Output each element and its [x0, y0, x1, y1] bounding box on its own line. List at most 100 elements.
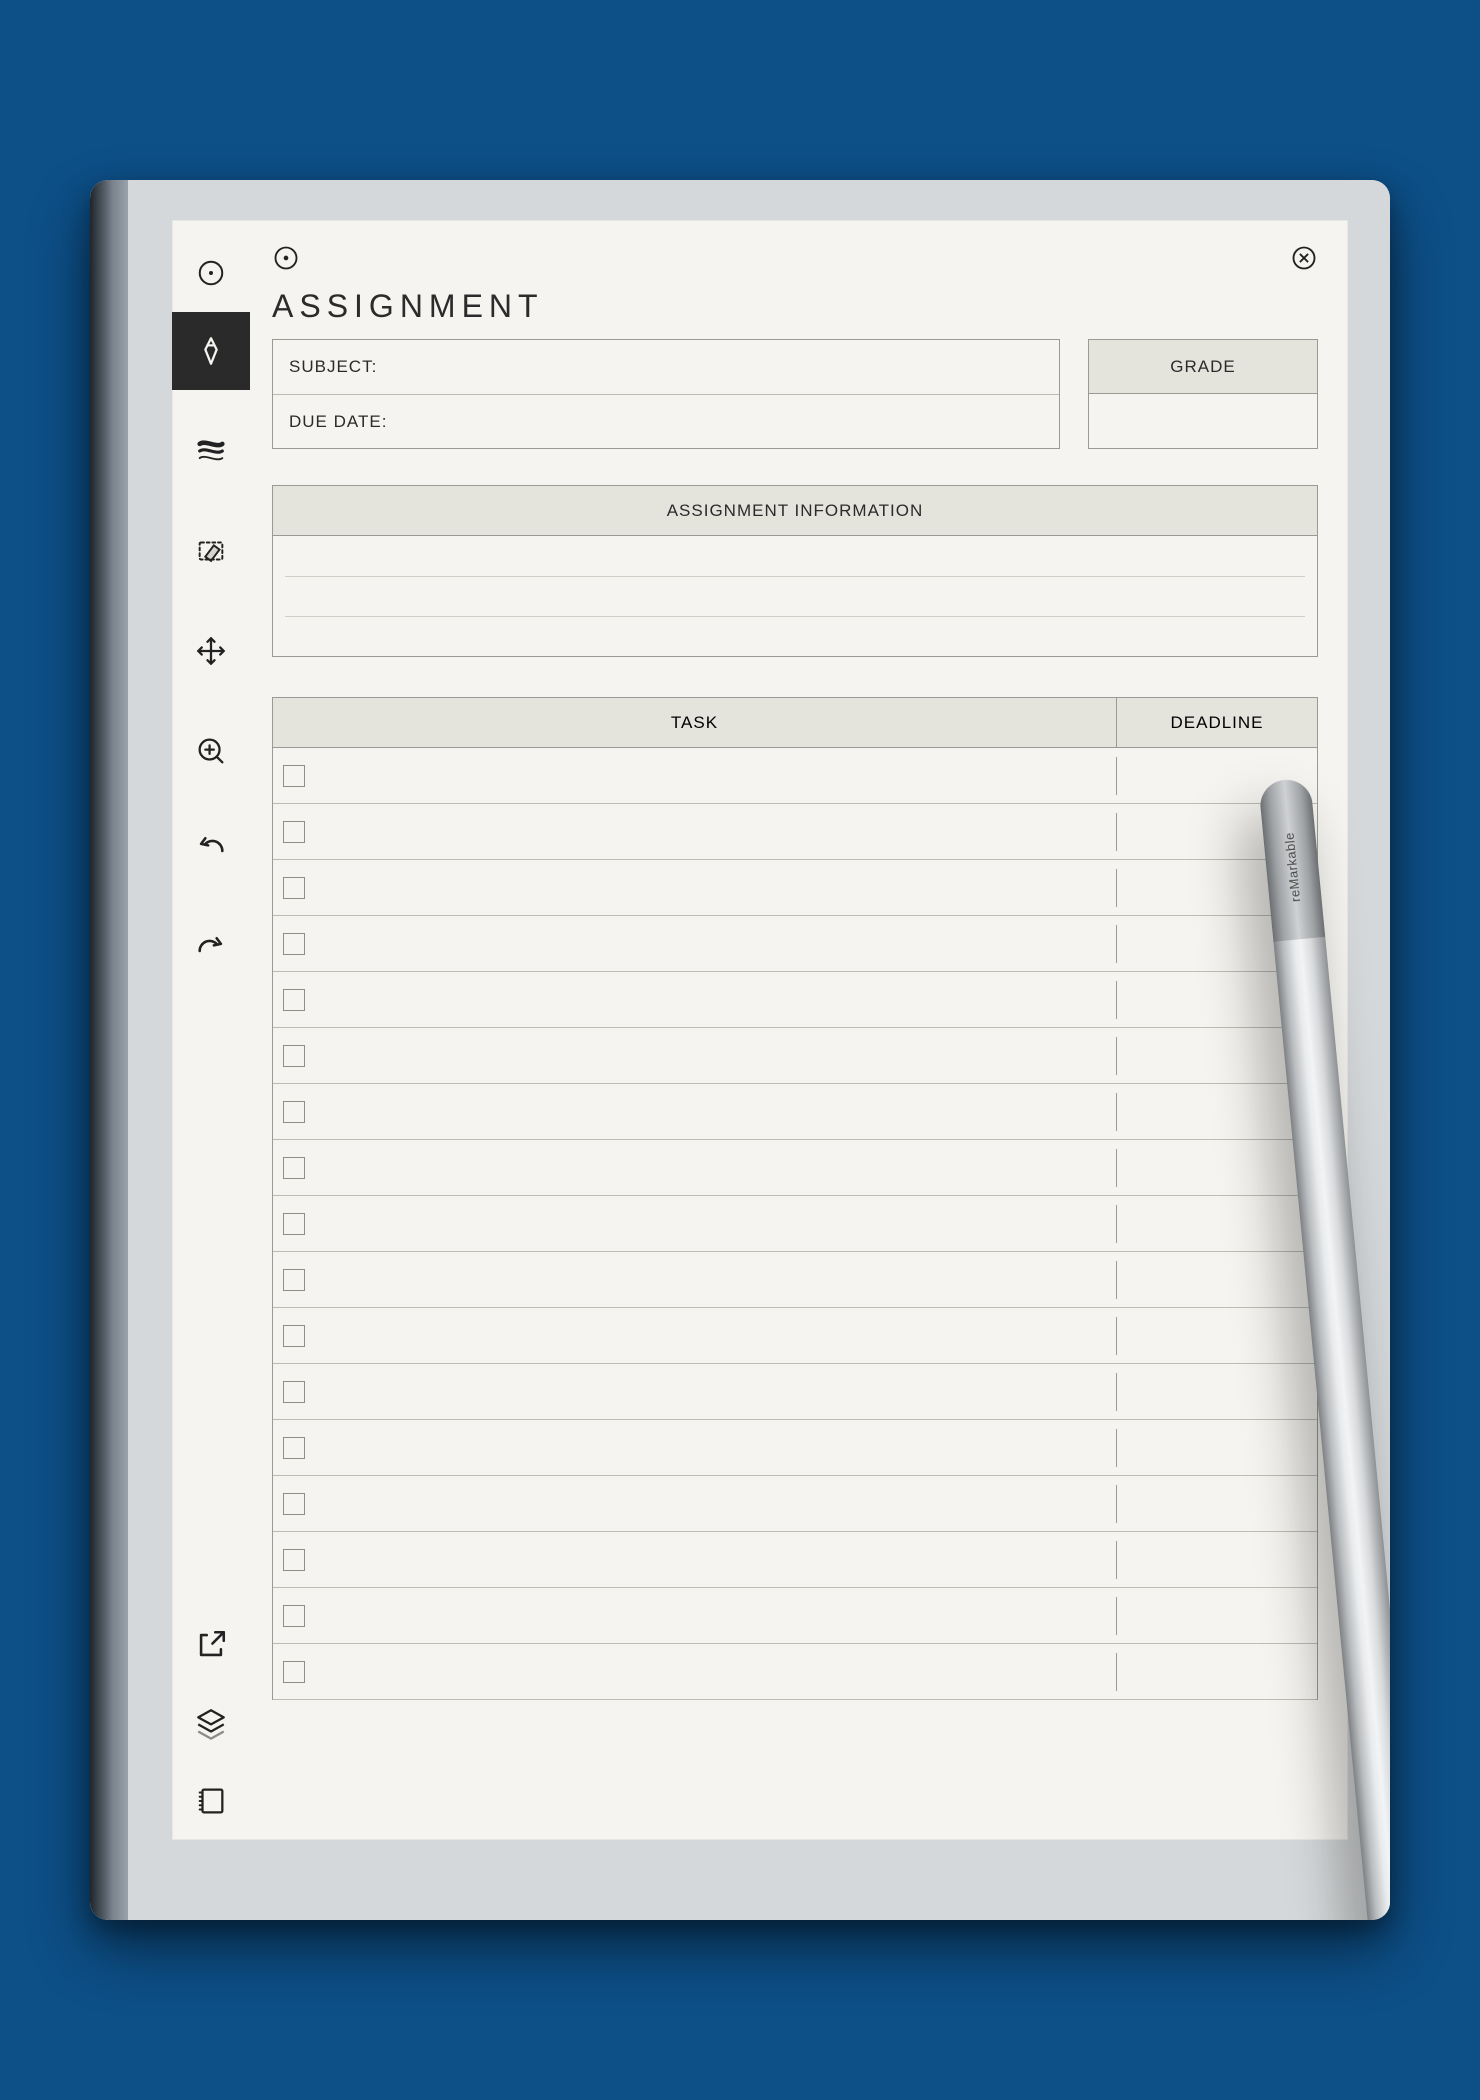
task-row [273, 1420, 1317, 1476]
deadline-field[interactable] [1117, 1196, 1317, 1251]
task-checkbox[interactable] [283, 1381, 305, 1403]
device-spine [90, 180, 128, 1920]
task-checkbox[interactable] [283, 1045, 305, 1067]
subject-field[interactable]: SUBJECT: [273, 340, 1059, 394]
task-text-field[interactable] [319, 804, 1116, 859]
subject-label: SUBJECT: [289, 357, 377, 377]
task-text-field[interactable] [319, 1140, 1116, 1195]
task-text-field[interactable] [319, 972, 1116, 1027]
task-row [273, 1532, 1317, 1588]
eraser-icon[interactable] [172, 512, 250, 590]
task-row [273, 1196, 1317, 1252]
deadline-field[interactable] [1117, 1532, 1317, 1587]
task-text-field[interactable] [319, 1364, 1116, 1419]
task-row [273, 1364, 1317, 1420]
deadline-column-header: DEADLINE [1117, 698, 1317, 747]
deadline-field[interactable] [1117, 804, 1317, 859]
subject-duedate-box: SUBJECT: DUE DATE: [272, 339, 1060, 449]
deadline-field[interactable] [1117, 1644, 1317, 1699]
record-icon[interactable] [272, 244, 300, 277]
deadline-field[interactable] [1117, 1084, 1317, 1139]
layers-icon[interactable] [172, 1684, 250, 1762]
deadline-field[interactable] [1117, 916, 1317, 971]
deadline-field[interactable] [1117, 1308, 1317, 1363]
task-text-field[interactable] [319, 860, 1116, 915]
deadline-field[interactable] [1117, 1028, 1317, 1083]
undo-icon[interactable] [172, 812, 250, 890]
tablet-device: ASSIGNMENT SUBJECT: DUE DATE: GRADE ASSI… [90, 180, 1390, 1920]
pen-tool-icon[interactable] [172, 312, 250, 390]
task-row [273, 1476, 1317, 1532]
task-checkbox[interactable] [283, 877, 305, 899]
task-checkbox[interactable] [283, 1493, 305, 1515]
task-text-field[interactable] [319, 1420, 1116, 1475]
deadline-field[interactable] [1117, 860, 1317, 915]
deadline-field[interactable] [1117, 1140, 1317, 1195]
task-text-field[interactable] [319, 1476, 1116, 1531]
task-table: TASK DEADLINE [272, 697, 1318, 1700]
redo-icon[interactable] [172, 912, 250, 990]
task-row [273, 972, 1317, 1028]
task-checkbox[interactable] [283, 1157, 305, 1179]
deadline-field[interactable] [1117, 1476, 1317, 1531]
task-text-field[interactable] [319, 1588, 1116, 1643]
page-content: ASSIGNMENT SUBJECT: DUE DATE: GRADE ASSI… [250, 220, 1348, 1840]
task-checkbox[interactable] [283, 1325, 305, 1347]
task-row [273, 1084, 1317, 1140]
task-row [273, 916, 1317, 972]
menu-dot-icon[interactable] [172, 234, 250, 312]
stroke-width-icon[interactable] [172, 412, 250, 490]
task-text-field[interactable] [319, 1532, 1116, 1587]
close-icon[interactable] [1290, 244, 1318, 277]
deadline-field[interactable] [1117, 748, 1317, 803]
task-checkbox[interactable] [283, 821, 305, 843]
grade-box: GRADE [1088, 339, 1318, 449]
screen: ASSIGNMENT SUBJECT: DUE DATE: GRADE ASSI… [172, 220, 1348, 1840]
task-row [273, 748, 1317, 804]
duedate-field[interactable]: DUE DATE: [273, 394, 1059, 448]
task-checkbox[interactable] [283, 1213, 305, 1235]
task-checkbox[interactable] [283, 1269, 305, 1291]
deadline-field[interactable] [1117, 1364, 1317, 1419]
task-text-field[interactable] [319, 1252, 1116, 1307]
assignment-info-box: ASSIGNMENT INFORMATION [272, 485, 1318, 657]
task-checkbox[interactable] [283, 1101, 305, 1123]
task-row [273, 1308, 1317, 1364]
task-row [273, 1588, 1317, 1644]
deadline-field[interactable] [1117, 972, 1317, 1027]
assignment-info-header: ASSIGNMENT INFORMATION [273, 486, 1317, 536]
task-checkbox[interactable] [283, 1437, 305, 1459]
page-title: ASSIGNMENT [272, 288, 1318, 325]
deadline-field[interactable] [1117, 1252, 1317, 1307]
share-icon[interactable] [172, 1606, 250, 1684]
task-row [273, 1644, 1317, 1700]
toolbar [172, 220, 250, 1840]
task-checkbox[interactable] [283, 933, 305, 955]
deadline-field[interactable] [1117, 1420, 1317, 1475]
task-text-field[interactable] [319, 1196, 1116, 1251]
deadline-field[interactable] [1117, 1588, 1317, 1643]
task-checkbox[interactable] [283, 1549, 305, 1571]
task-row [273, 1252, 1317, 1308]
task-checkbox[interactable] [283, 1605, 305, 1627]
task-column-header: TASK [273, 698, 1117, 747]
task-text-field[interactable] [319, 916, 1116, 971]
task-text-field[interactable] [319, 748, 1116, 803]
task-checkbox[interactable] [283, 989, 305, 1011]
task-row [273, 1140, 1317, 1196]
task-text-field[interactable] [319, 1084, 1116, 1139]
task-checkbox[interactable] [283, 765, 305, 787]
task-text-field[interactable] [319, 1028, 1116, 1083]
task-row [273, 1028, 1317, 1084]
notebook-icon[interactable] [172, 1762, 250, 1840]
zoom-in-icon[interactable] [172, 712, 250, 790]
duedate-label: DUE DATE: [289, 412, 387, 432]
task-row [273, 804, 1317, 860]
task-row [273, 860, 1317, 916]
assignment-info-field[interactable] [273, 536, 1317, 656]
task-text-field[interactable] [319, 1644, 1116, 1699]
task-text-field[interactable] [319, 1308, 1116, 1363]
move-icon[interactable] [172, 612, 250, 690]
grade-value-field[interactable] [1089, 394, 1317, 448]
task-checkbox[interactable] [283, 1661, 305, 1683]
